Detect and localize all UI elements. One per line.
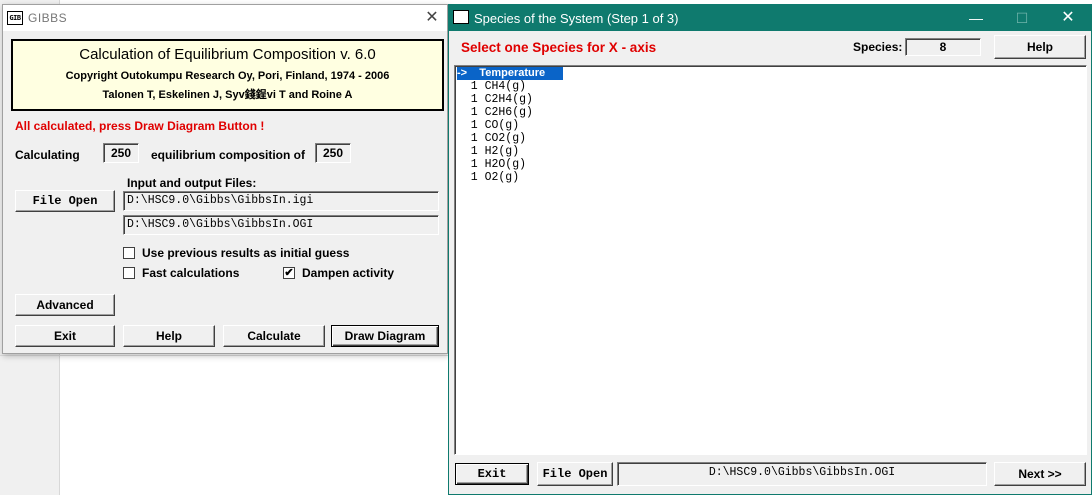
- maximize-icon[interactable]: ☐: [999, 5, 1045, 31]
- authors-text: Talonen T, Eskelinen J, Syv錢鋥vi T and Ro…: [102, 89, 353, 101]
- draw-diagram-button[interactable]: Draw Diagram: [331, 325, 439, 347]
- help-button[interactable]: Help: [994, 35, 1086, 59]
- equilibrium-label: equilibrium composition of: [151, 148, 305, 162]
- dampen-activity-label: Dampen activity: [302, 266, 395, 280]
- list-item[interactable]: -> Temperature: [457, 67, 563, 80]
- list-item[interactable]: 1 CO2(g): [457, 132, 526, 145]
- fast-calculations-option[interactable]: Fast calculations: [123, 266, 239, 280]
- list-item[interactable]: 1 H2O(g): [457, 158, 526, 171]
- select-species-prompt: Select one Species for X - axis: [461, 40, 657, 55]
- dampen-activity-checkbox[interactable]: ✔: [283, 267, 295, 279]
- exit-button[interactable]: Exit: [15, 325, 115, 347]
- minimize-icon[interactable]: —: [953, 5, 999, 31]
- previous-results-label: Use previous results as initial guess: [142, 246, 350, 260]
- species-window-title: Species of the System (Step 1 of 3): [474, 11, 679, 26]
- species-window: PIC Species of the System (Step 1 of 3) …: [448, 4, 1092, 495]
- gibbs-window-title: GIBBS: [28, 11, 68, 25]
- background-divider: [0, 355, 450, 356]
- input-file-path[interactable]: D:\HSC9.0\Gibbs\GibbsIn.igi: [123, 191, 439, 211]
- species-titlebar[interactable]: PIC Species of the System (Step 1 of 3) …: [449, 5, 1091, 31]
- next-button[interactable]: Next >>: [994, 462, 1086, 486]
- list-item[interactable]: 1 CH4(g): [457, 80, 526, 93]
- file-open-button[interactable]: File Open: [15, 190, 115, 212]
- program-title: Calculation of Equilibrium Composition v…: [79, 46, 376, 63]
- species-count-label: Species:: [853, 40, 903, 54]
- calculating-label: Calculating: [15, 148, 80, 162]
- fast-calculations-checkbox[interactable]: [123, 267, 135, 279]
- calculating-count-field[interactable]: 250: [103, 143, 139, 163]
- help-button[interactable]: Help: [123, 325, 215, 347]
- list-item[interactable]: 1 O2(g): [457, 171, 519, 184]
- list-item[interactable]: 1 H2(g): [457, 145, 519, 158]
- close-icon[interactable]: ✕: [421, 7, 443, 29]
- previous-results-checkbox[interactable]: [123, 247, 135, 259]
- gibbs-titlebar[interactable]: GIB GIBBS ✕: [3, 5, 447, 31]
- ogi-file-path: D:\HSC9.0\Gibbs\GibbsIn.OGI: [617, 462, 987, 486]
- copyright-text: Copyright Outokumpu Research Oy, Pori, F…: [65, 70, 390, 82]
- species-count-field: 8: [905, 38, 981, 56]
- file-open-button[interactable]: File Open: [537, 462, 613, 486]
- fast-calculations-label: Fast calculations: [142, 266, 240, 280]
- calculate-button[interactable]: Calculate: [223, 325, 325, 347]
- list-item[interactable]: 1 C2H6(g): [457, 106, 533, 119]
- list-item[interactable]: 1 C2H4(g): [457, 93, 533, 106]
- species-app-icon: PIC: [453, 10, 469, 24]
- info-panel: Calculation of Equilibrium Composition v…: [11, 39, 444, 111]
- dampen-activity-option[interactable]: ✔ Dampen activity: [283, 266, 394, 280]
- list-item[interactable]: 1 CO(g): [457, 119, 519, 132]
- io-files-label: Input and output Files:: [127, 176, 257, 190]
- species-listbox[interactable]: -> Temperature 1 CH4(g) 1 C2H4(g) 1 C2H6…: [454, 65, 1087, 455]
- gibbs-app-icon: GIB: [7, 11, 23, 25]
- close-icon[interactable]: ✕: [1045, 5, 1091, 31]
- gibbs-window: GIB GIBBS ✕ Calculation of Equilibrium C…: [2, 4, 448, 354]
- equilibrium-count-field[interactable]: 250: [315, 143, 351, 163]
- advanced-button[interactable]: Advanced: [15, 294, 115, 316]
- output-file-path[interactable]: D:\HSC9.0\Gibbs\GibbsIn.OGI: [123, 215, 439, 235]
- previous-results-option[interactable]: Use previous results as initial guess: [123, 246, 349, 260]
- status-message: All calculated, press Draw Diagram Butto…: [15, 119, 265, 133]
- exit-button[interactable]: Exit: [455, 463, 529, 485]
